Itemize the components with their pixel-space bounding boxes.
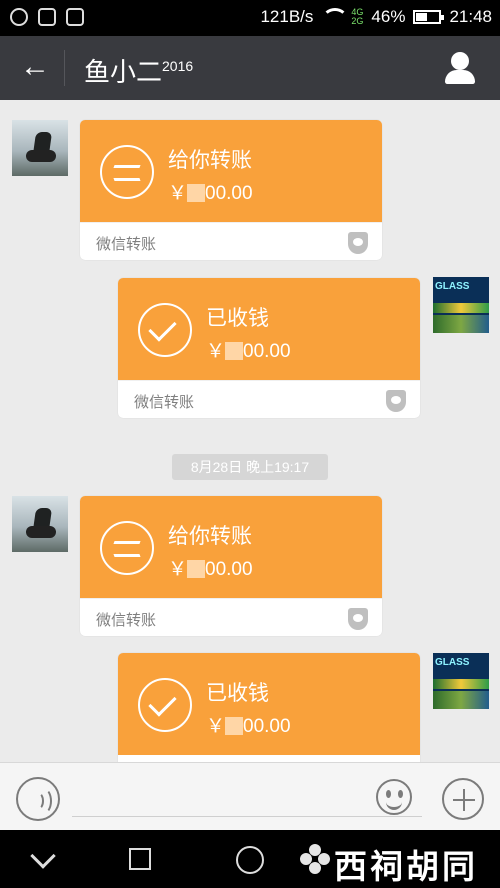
amount-visible: 00.00 xyxy=(205,559,253,580)
currency-symbol: ￥ xyxy=(206,341,226,362)
chat-header: ← 鱼小二2016 xyxy=(0,36,500,100)
avatar-logo-text: GLASS xyxy=(435,657,470,668)
received-card-footer: 微信转账 xyxy=(118,380,420,418)
battery-percent: 46% xyxy=(371,7,406,26)
currency-symbol: ￥ xyxy=(168,559,188,580)
wifi-icon xyxy=(321,8,343,26)
watermark-text: 西祠胡同 xyxy=(334,847,478,886)
contact-name-suffix: 2016 xyxy=(162,58,194,74)
network-speed: 121B/s xyxy=(260,7,314,26)
contact-avatar[interactable] xyxy=(12,496,68,552)
chat-area[interactable]: 给你转账 ￥ 00.00 微信转账 已收钱 ￥ 00.00 微信转账 GLASS 8… xyxy=(0,100,500,762)
check-icon xyxy=(138,303,192,357)
amount-redacted xyxy=(225,342,244,360)
amount-redacted xyxy=(225,717,244,735)
amount-redacted xyxy=(187,560,206,578)
transfer-card-footer: 微信转账 xyxy=(80,598,382,636)
check-icon xyxy=(138,678,192,732)
status-right: 121B/s 4G 2G 46% 21:48 xyxy=(260,7,492,27)
nav-back-icon[interactable] xyxy=(30,843,56,869)
transfer-card[interactable]: 给你转账 ￥ 00.00 微信转账 xyxy=(80,120,382,260)
voicemail-icon xyxy=(38,8,56,26)
received-amount: ￥ 00.00 xyxy=(206,336,291,363)
self-avatar[interactable]: GLASS xyxy=(433,653,489,709)
battery-icon xyxy=(413,10,445,24)
status-bar: 121B/s 4G 2G 46% 21:48 xyxy=(0,0,500,36)
shield-status-icon xyxy=(10,8,28,26)
person-icon-head xyxy=(451,52,469,70)
clock: 21:48 xyxy=(449,7,492,26)
amount-visible: 00.00 xyxy=(205,183,253,204)
message-input[interactable] xyxy=(72,781,422,817)
image-icon xyxy=(66,8,84,26)
nav-home-icon[interactable] xyxy=(236,846,264,874)
shield-icon xyxy=(386,390,406,412)
shield-icon xyxy=(348,232,368,254)
avatar-band xyxy=(433,691,489,709)
signal-2g-label: 2G xyxy=(351,16,364,26)
received-card[interactable]: 已收钱 ￥ 00.00 微信转账 xyxy=(118,278,420,418)
amount-redacted xyxy=(187,184,206,202)
avatar-band xyxy=(433,315,489,333)
avatar-band xyxy=(433,303,489,313)
arrow-left-icon: ← xyxy=(20,50,50,83)
contact-name: 鱼小二 xyxy=(84,57,163,87)
transfer-amount: ￥ 00.00 xyxy=(168,554,253,581)
amount-visible: 00.00 xyxy=(243,341,291,362)
currency-symbol: ￥ xyxy=(206,716,226,737)
contact-avatar[interactable] xyxy=(12,120,68,176)
header-divider xyxy=(64,50,65,86)
received-title: 已收钱 xyxy=(206,682,269,705)
transfer-title: 给你转账 xyxy=(168,149,252,172)
received-amount: ￥ 00.00 xyxy=(206,711,291,738)
status-icons xyxy=(10,8,84,26)
nav-recent-icon[interactable] xyxy=(129,848,151,870)
transfer-card[interactable]: 给你转账 ￥ 00.00 微信转账 xyxy=(80,496,382,636)
transfer-title: 给你转账 xyxy=(168,525,252,548)
avatar-band xyxy=(433,679,489,689)
shield-icon xyxy=(348,608,368,630)
received-card[interactable]: 已收钱 ￥ 00.00 xyxy=(118,653,420,762)
avatar-horse xyxy=(26,526,56,538)
transfer-amount: ￥ 00.00 xyxy=(168,178,253,205)
voice-button[interactable] xyxy=(16,777,60,821)
avatar-logo-text: GLASS xyxy=(435,281,470,292)
avatar-horse xyxy=(26,150,56,162)
currency-symbol: ￥ xyxy=(168,183,188,204)
android-nav-bar: 西祠胡同 xyxy=(0,830,500,888)
signal-icon: 4G 2G xyxy=(351,8,363,26)
transfer-card-footer: 微信转账 xyxy=(80,222,382,260)
exchange-icon xyxy=(100,521,154,575)
profile-button[interactable] xyxy=(442,50,478,86)
transfer-label: 微信转账 xyxy=(96,612,157,629)
person-icon-body xyxy=(445,70,475,84)
self-avatar[interactable]: GLASS xyxy=(433,277,489,333)
amount-visible: 00.00 xyxy=(243,716,291,737)
input-bar xyxy=(0,762,500,830)
back-button[interactable]: ← xyxy=(18,50,52,84)
received-title: 已收钱 xyxy=(206,307,269,330)
more-button[interactable] xyxy=(442,778,484,820)
exchange-icon xyxy=(100,145,154,199)
battery-fill xyxy=(416,13,427,21)
emoji-button[interactable] xyxy=(376,779,412,815)
received-label: 微信转账 xyxy=(134,394,195,411)
timestamp-badge: 8月28日 晚上19:17 xyxy=(172,454,328,480)
chat-title: 鱼小二2016 xyxy=(84,52,193,89)
transfer-label: 微信转账 xyxy=(96,236,157,253)
watermark-flower-icon xyxy=(300,844,330,874)
